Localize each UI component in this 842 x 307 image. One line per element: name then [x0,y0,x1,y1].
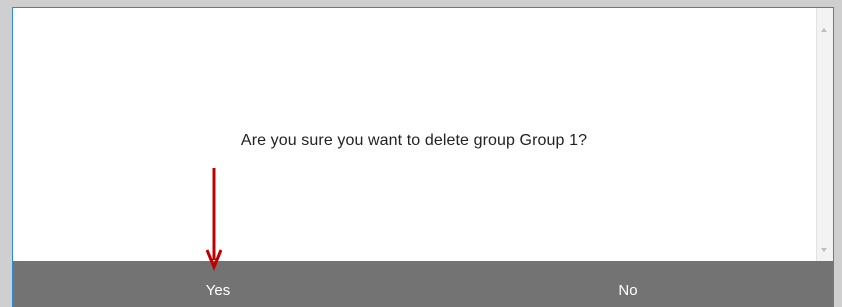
dialog-button-bar: Yes No [13,261,833,307]
confirm-delete-dialog: Are you sure you want to delete group Gr… [12,7,834,307]
dialog-message: Are you sure you want to delete group Gr… [240,132,588,149]
scroll-up-arrow-icon[interactable] [821,28,827,32]
scroll-down-arrow-icon[interactable] [821,248,827,252]
yes-button[interactable]: Yes [13,261,423,307]
vertical-scrollbar[interactable] [816,8,833,262]
no-button[interactable]: No [423,261,833,307]
window-frame: Are you sure you want to delete group Gr… [0,0,842,307]
yes-button-label: Yes [205,282,231,299]
no-button-label: No [618,282,638,299]
